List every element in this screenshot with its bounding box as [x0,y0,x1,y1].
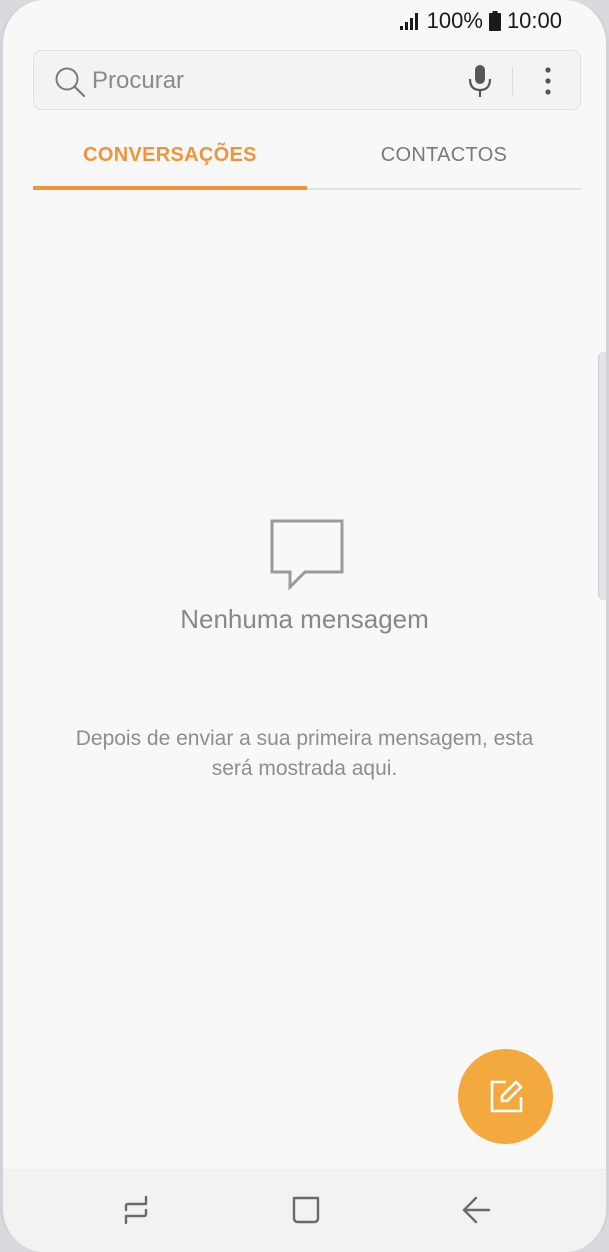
empty-state-description: Depois de enviar a sua primeira mensagem… [75,727,534,780]
tab-conversations[interactable]: CONVERSAÇÕES [33,128,307,190]
back-button[interactable] [456,1190,496,1230]
status-bar: 100% 10:00 [3,0,606,42]
back-icon [462,1196,491,1224]
status-indicators: 100% 10:00 [399,8,562,34]
message-bubble-icon [270,519,344,590]
home-icon [292,1196,320,1224]
battery-percent: 100% [426,8,483,33]
empty-state-title: Nenhuma mensagem [180,604,429,634]
search-bar[interactable] [33,50,581,110]
phone-screen: 100% 10:00 Procurar CONVERSAÇÕES CONTACT… [0,0,609,1252]
recents-icon [124,1195,148,1225]
microphone-icon [468,65,492,97]
navigation-bar [3,1169,606,1252]
recents-button[interactable] [116,1190,156,1230]
voice-search-button[interactable] [462,63,498,99]
search-divider [512,67,513,95]
compose-message-button[interactable] [458,1049,553,1144]
clock: 10:00 [506,8,562,33]
home-button[interactable] [286,1190,326,1230]
side-edge-handle[interactable] [598,352,606,600]
search-icon [55,67,86,98]
signal-icon [399,13,418,30]
compose-icon [490,1080,522,1112]
more-options-button[interactable] [534,63,562,99]
battery-icon [488,11,501,31]
search-input[interactable] [92,60,452,102]
more-vertical-icon [545,67,551,95]
tab-bar: CONVERSAÇÕES CONTACTOS [33,128,581,190]
tab-contacts[interactable]: CONTACTOS [307,128,581,188]
